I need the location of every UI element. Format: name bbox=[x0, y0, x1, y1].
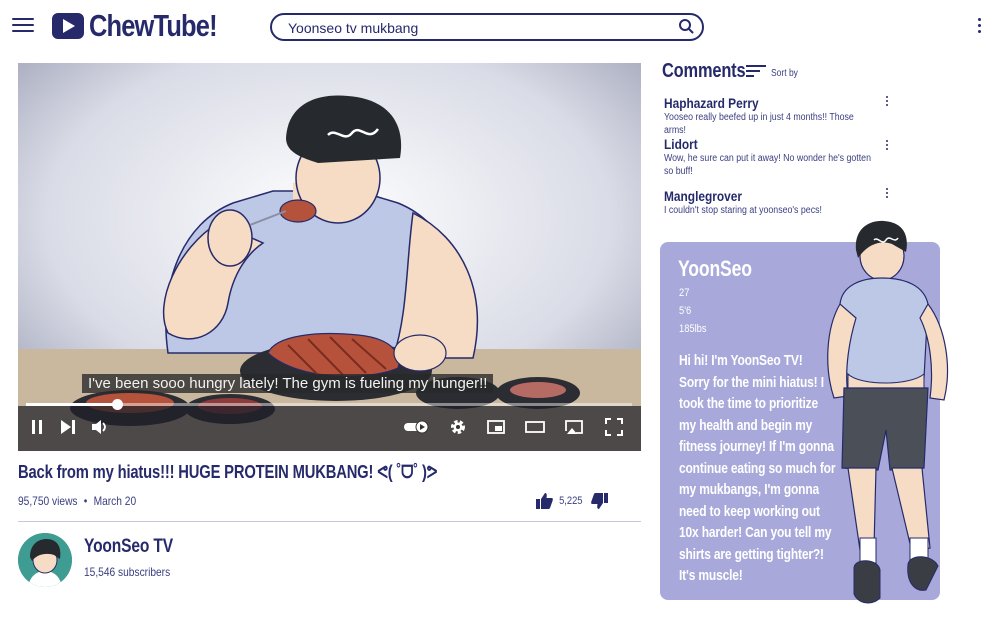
fullscreen-icon[interactable] bbox=[604, 417, 624, 437]
comment-author[interactable]: Haphazard Perry bbox=[664, 95, 856, 111]
comment-author[interactable]: Manglegrover bbox=[664, 188, 856, 204]
logo-text: ChewTube! bbox=[89, 8, 218, 43]
player-controls-bar bbox=[18, 406, 641, 451]
autoplay-toggle-icon[interactable] bbox=[402, 417, 432, 437]
like-count: 5,225 bbox=[559, 495, 583, 507]
channel-avatar[interactable] bbox=[18, 533, 72, 587]
video-caption: I've been sooo hungry lately! The gym is… bbox=[82, 374, 494, 393]
bio-line: took the time to prioritize bbox=[679, 395, 819, 412]
profile-height: 5'6 bbox=[679, 305, 692, 317]
bio-line: Hi hi! I'm YoonSeo TV! bbox=[679, 352, 803, 369]
cast-icon[interactable] bbox=[563, 417, 585, 437]
bio-line: my mukbangs, I'm gonna bbox=[679, 481, 820, 498]
comments-heading: Comments bbox=[662, 60, 746, 82]
bio-line: continue eating so much for bbox=[679, 459, 836, 477]
upload-date: March 20 bbox=[93, 494, 137, 508]
bio-line: my health and begin my bbox=[679, 416, 813, 434]
comment-item: Lidort Wow, he sure can put it away! No … bbox=[664, 136, 890, 178]
bio-line: It's muscle! bbox=[679, 567, 743, 584]
bio-line: fitness journey! If I'm gonna bbox=[679, 438, 834, 455]
subscriber-count: 15,546 subscribers bbox=[84, 565, 171, 579]
search-input[interactable] bbox=[286, 18, 670, 38]
thumbs-down-icon[interactable] bbox=[590, 493, 608, 509]
bio-line: need to keep working out bbox=[679, 502, 820, 520]
chewtube-logo[interactable]: ChewTube! bbox=[52, 8, 245, 43]
sort-icon[interactable] bbox=[746, 64, 766, 78]
comment-text: I couldn't stop staring at yoonseo's pec… bbox=[664, 205, 822, 216]
progress-bar-fill bbox=[26, 403, 117, 406]
bio-line: Sorry for the mini hiatus! I bbox=[679, 373, 824, 391]
miniplayer-icon[interactable] bbox=[486, 417, 506, 437]
thumbs-up-icon[interactable] bbox=[536, 493, 553, 509]
comment-item: Haphazard Perry Yooseo really beefed up … bbox=[664, 95, 890, 137]
divider bbox=[18, 521, 641, 522]
character-illustration bbox=[827, 220, 949, 604]
meta-separator: • bbox=[83, 494, 88, 508]
comment-text: Yooseo really beefed up in just 4 months… bbox=[664, 112, 854, 136]
comment-text: Wow, he sure can put it away! No wonder … bbox=[664, 153, 871, 177]
sort-by-button[interactable]: Sort by bbox=[771, 68, 798, 79]
profile-bio: Hi hi! I'm YoonSeo TV! Sorry for the mini… bbox=[679, 350, 839, 587]
settings-gear-icon[interactable] bbox=[448, 417, 468, 437]
progress-scrubber[interactable] bbox=[111, 399, 123, 410]
hamburger-icon[interactable] bbox=[12, 17, 34, 33]
profile-name: YoonSeo bbox=[678, 256, 752, 281]
channel-name[interactable]: YoonSeo TV bbox=[84, 536, 173, 558]
profile-age: 27 bbox=[679, 287, 690, 299]
avatar-illustration bbox=[18, 533, 72, 587]
next-icon[interactable] bbox=[58, 417, 78, 437]
theater-mode-icon[interactable] bbox=[525, 417, 545, 437]
profile-weight: 185lbs bbox=[679, 323, 707, 335]
comment-options-icon[interactable] bbox=[886, 188, 889, 199]
more-options-icon[interactable] bbox=[975, 16, 983, 36]
view-count: 95,750 views bbox=[18, 494, 78, 508]
bio-line: 10x harder! Can you tell my bbox=[679, 524, 832, 541]
video-title: Back from my hiatus!!! HUGE PROTEIN MUKB… bbox=[18, 462, 438, 482]
video-meta: 95,750 views • March 20 bbox=[18, 494, 136, 508]
search-icon[interactable] bbox=[678, 18, 694, 34]
play-logo-icon bbox=[52, 13, 84, 39]
volume-icon[interactable] bbox=[90, 417, 110, 437]
comment-options-icon[interactable] bbox=[886, 96, 889, 107]
pause-icon[interactable] bbox=[28, 417, 48, 437]
comment-author[interactable]: Lidort bbox=[664, 136, 856, 152]
bio-line: shirts are getting tighter?! bbox=[679, 545, 824, 563]
comment-options-icon[interactable] bbox=[886, 140, 889, 151]
like-dislike-bar: 5,225 bbox=[536, 493, 608, 509]
search-bar[interactable] bbox=[270, 13, 704, 41]
comment-item: Manglegrover I couldn't stop staring at … bbox=[664, 188, 890, 217]
